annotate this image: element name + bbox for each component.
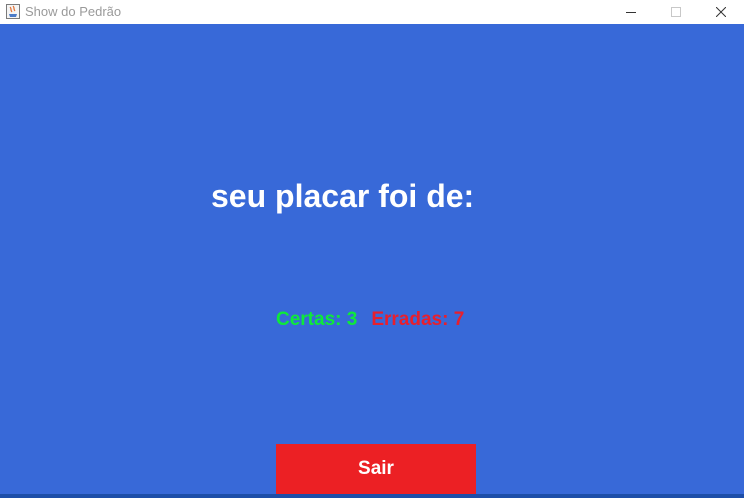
java-app-icon[interactable] (6, 4, 20, 19)
window-title: Show do Pedrão (25, 4, 122, 19)
close-button[interactable] (698, 0, 744, 24)
maximize-button[interactable] (653, 0, 699, 24)
score-summary: Certas: 3 Erradas: 7 (276, 308, 464, 332)
minimize-icon (626, 12, 636, 13)
title-bar[interactable]: Show do Pedrão (0, 0, 744, 24)
exit-button[interactable]: Sair (276, 444, 476, 494)
score-panel: seu placar foi de: Certas: 3 Erradas: 7 S… (0, 24, 744, 498)
minimize-button[interactable] (608, 0, 654, 24)
wrong-count: Erradas: 7 (371, 309, 465, 330)
score-heading: seu placar foi de: (211, 178, 475, 214)
app-window: Show do Pedrão seu placar foi de: Certas… (0, 0, 744, 498)
close-icon (716, 7, 726, 17)
correct-count: Certas: 3 (276, 309, 358, 330)
maximize-icon (671, 7, 681, 17)
taskbar-edge (0, 494, 744, 498)
